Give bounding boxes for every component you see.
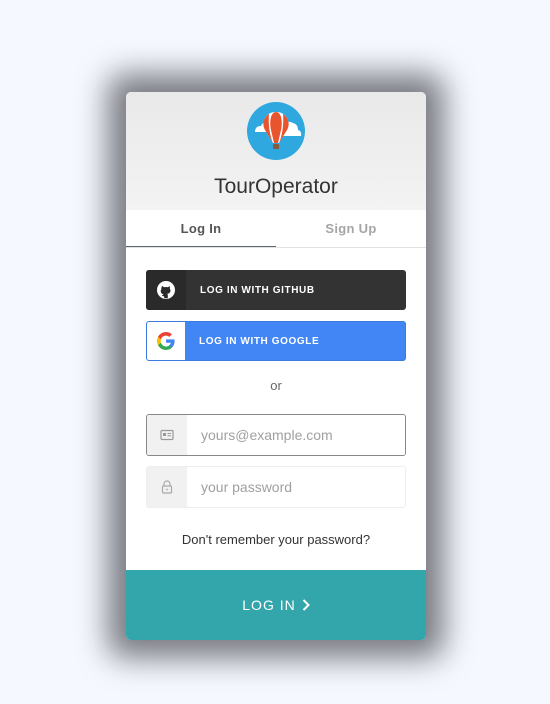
login-widget: TourOperator Log In Sign Up LOG IN WITH …	[126, 92, 426, 640]
email-input[interactable]	[187, 415, 405, 455]
github-icon	[146, 270, 186, 310]
submit-label: LOG IN	[242, 597, 296, 613]
github-login-button[interactable]: LOG IN WITH GITHUB	[146, 270, 406, 310]
forgot-password-link[interactable]: Don't remember your password?	[126, 532, 426, 547]
or-separator: or	[270, 378, 282, 393]
chevron-right-icon	[302, 599, 310, 611]
github-login-label: LOG IN WITH GITHUB	[200, 284, 315, 296]
google-login-button[interactable]: LOG IN WITH GOOGLE	[146, 321, 406, 361]
password-input[interactable]	[187, 467, 405, 507]
tab-log-in[interactable]: Log In	[126, 210, 276, 247]
google-login-label: LOG IN WITH GOOGLE	[199, 335, 320, 347]
hot-air-balloon-logo-icon	[247, 102, 305, 160]
auth-tabs: Log In Sign Up	[126, 210, 426, 248]
tab-sign-up[interactable]: Sign Up	[276, 210, 426, 247]
email-field	[146, 414, 406, 456]
password-field	[146, 466, 406, 508]
email-card-icon	[147, 415, 187, 455]
app-title: TourOperator	[214, 175, 338, 198]
google-icon	[147, 322, 185, 360]
lock-icon	[147, 467, 187, 507]
widget-header: TourOperator	[126, 92, 426, 210]
log-in-submit-button[interactable]: LOG IN	[126, 570, 426, 640]
